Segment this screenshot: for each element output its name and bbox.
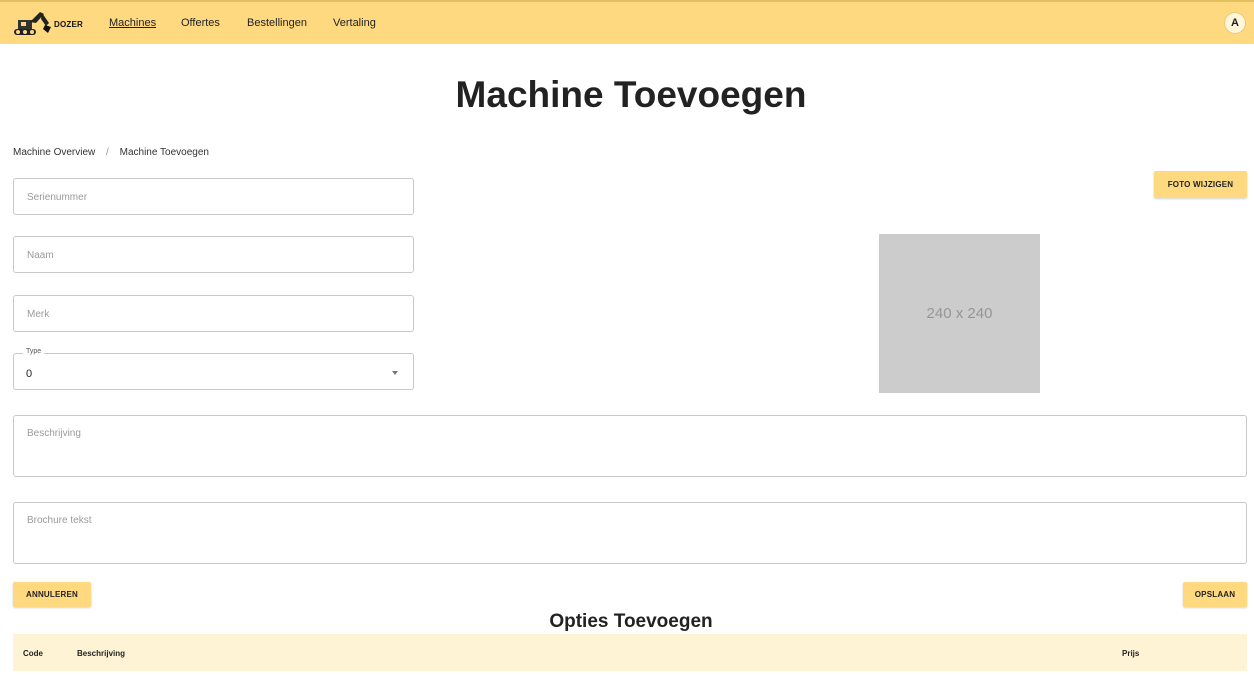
caret-down-icon bbox=[392, 371, 398, 375]
cancel-button[interactable]: ANNULEREN bbox=[13, 582, 91, 607]
brochure-textarea[interactable] bbox=[27, 515, 1227, 555]
excavator-logo-icon bbox=[14, 12, 51, 35]
breadcrumb-separator: / bbox=[106, 147, 109, 158]
nav-machines[interactable]: Machines bbox=[109, 17, 156, 29]
type-select-label: Type bbox=[23, 348, 45, 355]
dozer-logo[interactable]: DOZER bbox=[12, 8, 102, 40]
machine-photo-placeholder: 240 x 240 bbox=[879, 234, 1040, 393]
column-header-beschrijving: Beschrijving bbox=[77, 649, 126, 658]
column-header-prijs: Prijs bbox=[1122, 649, 1140, 658]
logo-text: DOZER bbox=[54, 19, 83, 29]
top-navbar: DOZER Machines Offertes Bestellingen Ver… bbox=[0, 0, 1254, 44]
beschrijving-field[interactable] bbox=[13, 415, 1247, 477]
options-section-title: Opties Toevoegen bbox=[549, 611, 713, 632]
serienummer-field[interactable] bbox=[13, 178, 414, 215]
merk-field[interactable] bbox=[13, 295, 414, 332]
type-select-value: 0 bbox=[26, 368, 33, 380]
change-photo-button[interactable]: FOTO WIJZIGEN bbox=[1154, 171, 1247, 198]
nav-bestellingen[interactable]: Bestellingen bbox=[247, 17, 307, 29]
serienummer-input[interactable] bbox=[27, 192, 387, 203]
merk-input[interactable] bbox=[27, 309, 387, 320]
beschrijving-textarea[interactable] bbox=[27, 428, 1227, 468]
photo-placeholder-text: 240 x 240 bbox=[926, 305, 993, 322]
breadcrumb: Machine Overview / Machine Toevoegen bbox=[13, 147, 209, 158]
brochure-field[interactable] bbox=[13, 502, 1247, 564]
breadcrumb-machine-overview[interactable]: Machine Overview bbox=[13, 147, 95, 158]
options-table-header: Code Beschrijving Prijs bbox=[13, 634, 1247, 671]
naam-input[interactable] bbox=[27, 250, 387, 261]
save-button[interactable]: OPSLAAN bbox=[1183, 582, 1247, 607]
type-select[interactable]: Type 0 bbox=[13, 348, 414, 390]
naam-field[interactable] bbox=[13, 236, 414, 273]
breadcrumb-current: Machine Toevoegen bbox=[119, 147, 209, 158]
nav-offertes[interactable]: Offertes bbox=[181, 17, 220, 29]
user-avatar[interactable]: A bbox=[1224, 12, 1246, 34]
column-header-code: Code bbox=[23, 649, 43, 658]
page-title: Machine Toevoegen bbox=[455, 74, 807, 115]
nav-vertaling[interactable]: Vertaling bbox=[333, 17, 376, 29]
